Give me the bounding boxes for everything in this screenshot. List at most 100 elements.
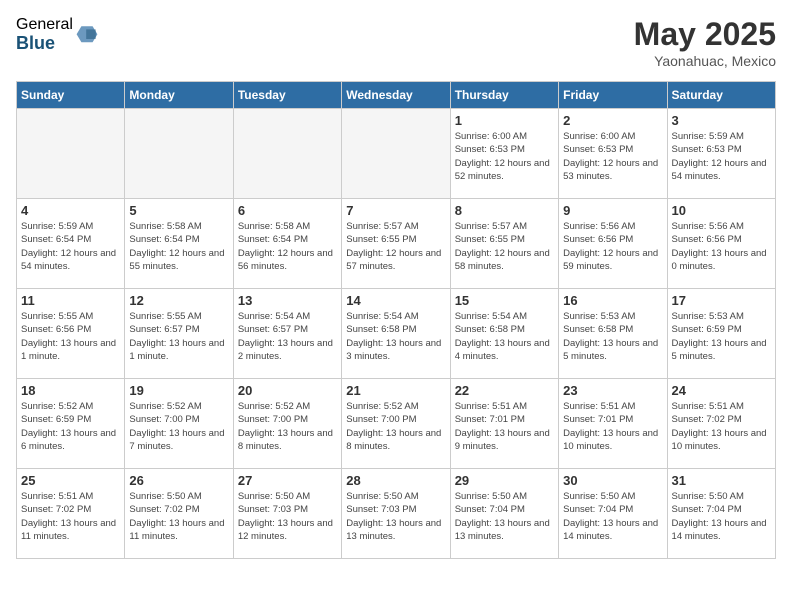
- calendar-cell: 29 Sunrise: 5:50 AM Sunset: 7:04 PM Dayli…: [450, 469, 558, 559]
- calendar-cell: 27 Sunrise: 5:50 AM Sunset: 7:03 PM Dayli…: [233, 469, 341, 559]
- day-info: Sunrise: 5:51 AM Sunset: 7:02 PM Dayligh…: [21, 490, 120, 543]
- calendar-week-5: 25 Sunrise: 5:51 AM Sunset: 7:02 PM Dayli…: [17, 469, 776, 559]
- location: Yaonahuac, Mexico: [634, 53, 776, 69]
- day-number: 24: [672, 383, 771, 398]
- day-info: Sunrise: 5:50 AM Sunset: 7:03 PM Dayligh…: [346, 490, 445, 543]
- day-number: 12: [129, 293, 228, 308]
- day-number: 8: [455, 203, 554, 218]
- calendar-cell: 6Sunrise: 5:58 AM Sunset: 6:54 PM Daylig…: [233, 199, 341, 289]
- day-info: Sunrise: 5:55 AM Sunset: 6:57 PM Dayligh…: [129, 310, 228, 363]
- day-info: Sunrise: 5:50 AM Sunset: 7:03 PM Dayligh…: [238, 490, 337, 543]
- day-number: 7: [346, 203, 445, 218]
- day-number: 11: [21, 293, 120, 308]
- logo-blue: Blue: [16, 34, 73, 54]
- logo-text: General Blue: [16, 16, 73, 53]
- day-number: 17: [672, 293, 771, 308]
- day-info: Sunrise: 5:59 AM Sunset: 6:54 PM Dayligh…: [21, 220, 120, 273]
- day-number: 3: [672, 113, 771, 128]
- day-number: 26: [129, 473, 228, 488]
- day-number: 27: [238, 473, 337, 488]
- calendar-cell: 19 Sunrise: 5:52 AM Sunset: 7:00 PM Dayli…: [125, 379, 233, 469]
- day-info: Sunrise: 5:58 AM Sunset: 6:54 PM Dayligh…: [129, 220, 228, 273]
- day-info: Sunrise: 5:50 AM Sunset: 7:04 PM Dayligh…: [455, 490, 554, 543]
- logo: General Blue: [16, 16, 99, 53]
- calendar-cell: 15Sunrise: 5:54 AM Sunset: 6:58 PM Dayli…: [450, 289, 558, 379]
- day-info: Sunrise: 5:53 AM Sunset: 6:59 PM Dayligh…: [672, 310, 771, 363]
- day-info: Sunrise: 5:52 AM Sunset: 6:59 PM Dayligh…: [21, 400, 120, 453]
- calendar-week-4: 18 Sunrise: 5:52 AM Sunset: 6:59 PM Dayli…: [17, 379, 776, 469]
- day-number: 19: [129, 383, 228, 398]
- calendar-cell: 8 Sunrise: 5:57 AM Sunset: 6:55 PM Daylig…: [450, 199, 558, 289]
- calendar-cell: 1 Sunrise: 6:00 AM Sunset: 6:53 PM Daylig…: [450, 109, 558, 199]
- calendar-cell: 4Sunrise: 5:59 AM Sunset: 6:54 PM Daylig…: [17, 199, 125, 289]
- weekday-header-tuesday: Tuesday: [233, 82, 341, 109]
- weekday-header-sunday: Sunday: [17, 82, 125, 109]
- day-number: 15: [455, 293, 554, 308]
- calendar-cell: 23 Sunrise: 5:51 AM Sunset: 7:01 PM Dayli…: [559, 379, 667, 469]
- day-info: Sunrise: 5:52 AM Sunset: 7:00 PM Dayligh…: [129, 400, 228, 453]
- day-number: 31: [672, 473, 771, 488]
- day-info: Sunrise: 5:51 AM Sunset: 7:01 PM Dayligh…: [455, 400, 554, 453]
- day-info: Sunrise: 5:58 AM Sunset: 6:54 PM Dayligh…: [238, 220, 337, 273]
- calendar-cell: 28 Sunrise: 5:50 AM Sunset: 7:03 PM Dayli…: [342, 469, 450, 559]
- day-info: Sunrise: 5:57 AM Sunset: 6:55 PM Dayligh…: [455, 220, 554, 273]
- day-number: 13: [238, 293, 337, 308]
- calendar-cell: [125, 109, 233, 199]
- calendar-cell: 30 Sunrise: 5:50 AM Sunset: 7:04 PM Dayli…: [559, 469, 667, 559]
- day-number: 16: [563, 293, 662, 308]
- weekday-header-wednesday: Wednesday: [342, 82, 450, 109]
- calendar-cell: 11 Sunrise: 5:55 AM Sunset: 6:56 PM Dayli…: [17, 289, 125, 379]
- day-number: 30: [563, 473, 662, 488]
- logo-icon: [75, 23, 99, 47]
- calendar-cell: 17 Sunrise: 5:53 AM Sunset: 6:59 PM Dayli…: [667, 289, 775, 379]
- calendar-cell: 31 Sunrise: 5:50 AM Sunset: 7:04 PM Dayli…: [667, 469, 775, 559]
- day-number: 1: [455, 113, 554, 128]
- day-number: 29: [455, 473, 554, 488]
- day-number: 21: [346, 383, 445, 398]
- day-info: Sunrise: 6:00 AM Sunset: 6:53 PM Dayligh…: [563, 130, 662, 183]
- day-info: Sunrise: 5:51 AM Sunset: 7:02 PM Dayligh…: [672, 400, 771, 453]
- calendar-cell: 2Sunrise: 6:00 AM Sunset: 6:53 PM Daylig…: [559, 109, 667, 199]
- day-info: Sunrise: 5:52 AM Sunset: 7:00 PM Dayligh…: [346, 400, 445, 453]
- calendar-cell: 12 Sunrise: 5:55 AM Sunset: 6:57 PM Dayli…: [125, 289, 233, 379]
- calendar-cell: 10Sunrise: 5:56 AM Sunset: 6:56 PM Dayli…: [667, 199, 775, 289]
- day-info: Sunrise: 5:50 AM Sunset: 7:04 PM Dayligh…: [563, 490, 662, 543]
- day-info: Sunrise: 6:00 AM Sunset: 6:53 PM Dayligh…: [455, 130, 554, 183]
- day-number: 23: [563, 383, 662, 398]
- calendar-cell: 26Sunrise: 5:50 AM Sunset: 7:02 PM Dayli…: [125, 469, 233, 559]
- calendar-week-2: 4Sunrise: 5:59 AM Sunset: 6:54 PM Daylig…: [17, 199, 776, 289]
- day-number: 25: [21, 473, 120, 488]
- day-number: 20: [238, 383, 337, 398]
- calendar-cell: 13 Sunrise: 5:54 AM Sunset: 6:57 PM Dayli…: [233, 289, 341, 379]
- calendar-table: SundayMondayTuesdayWednesdayThursdayFrid…: [16, 81, 776, 559]
- weekday-header-thursday: Thursday: [450, 82, 558, 109]
- day-info: Sunrise: 5:55 AM Sunset: 6:56 PM Dayligh…: [21, 310, 120, 363]
- day-number: 22: [455, 383, 554, 398]
- day-info: Sunrise: 5:50 AM Sunset: 7:04 PM Dayligh…: [672, 490, 771, 543]
- calendar-cell: 14Sunrise: 5:54 AM Sunset: 6:58 PM Dayli…: [342, 289, 450, 379]
- page-header: General Blue May 2025 Yaonahuac, Mexico: [16, 16, 776, 69]
- month-title: May 2025: [634, 16, 776, 53]
- logo-general: General: [16, 16, 73, 34]
- calendar-week-3: 11 Sunrise: 5:55 AM Sunset: 6:56 PM Dayli…: [17, 289, 776, 379]
- calendar-cell: 25 Sunrise: 5:51 AM Sunset: 7:02 PM Dayli…: [17, 469, 125, 559]
- day-number: 28: [346, 473, 445, 488]
- day-number: 14: [346, 293, 445, 308]
- calendar-cell: 22 Sunrise: 5:51 AM Sunset: 7:01 PM Dayli…: [450, 379, 558, 469]
- day-info: Sunrise: 5:51 AM Sunset: 7:01 PM Dayligh…: [563, 400, 662, 453]
- day-info: Sunrise: 5:57 AM Sunset: 6:55 PM Dayligh…: [346, 220, 445, 273]
- day-info: Sunrise: 5:59 AM Sunset: 6:53 PM Dayligh…: [672, 130, 771, 183]
- weekday-header-monday: Monday: [125, 82, 233, 109]
- calendar-cell: 18 Sunrise: 5:52 AM Sunset: 6:59 PM Dayli…: [17, 379, 125, 469]
- calendar-cell: 9Sunrise: 5:56 AM Sunset: 6:56 PM Daylig…: [559, 199, 667, 289]
- calendar-cell: [233, 109, 341, 199]
- day-info: Sunrise: 5:56 AM Sunset: 6:56 PM Dayligh…: [672, 220, 771, 273]
- day-number: 18: [21, 383, 120, 398]
- calendar-cell: 24 Sunrise: 5:51 AM Sunset: 7:02 PM Dayli…: [667, 379, 775, 469]
- calendar-cell: 3 Sunrise: 5:59 AM Sunset: 6:53 PM Daylig…: [667, 109, 775, 199]
- day-info: Sunrise: 5:53 AM Sunset: 6:58 PM Dayligh…: [563, 310, 662, 363]
- day-info: Sunrise: 5:54 AM Sunset: 6:57 PM Dayligh…: [238, 310, 337, 363]
- calendar-cell: 7 Sunrise: 5:57 AM Sunset: 6:55 PM Daylig…: [342, 199, 450, 289]
- calendar-cell: 21 Sunrise: 5:52 AM Sunset: 7:00 PM Dayli…: [342, 379, 450, 469]
- calendar-cell: [342, 109, 450, 199]
